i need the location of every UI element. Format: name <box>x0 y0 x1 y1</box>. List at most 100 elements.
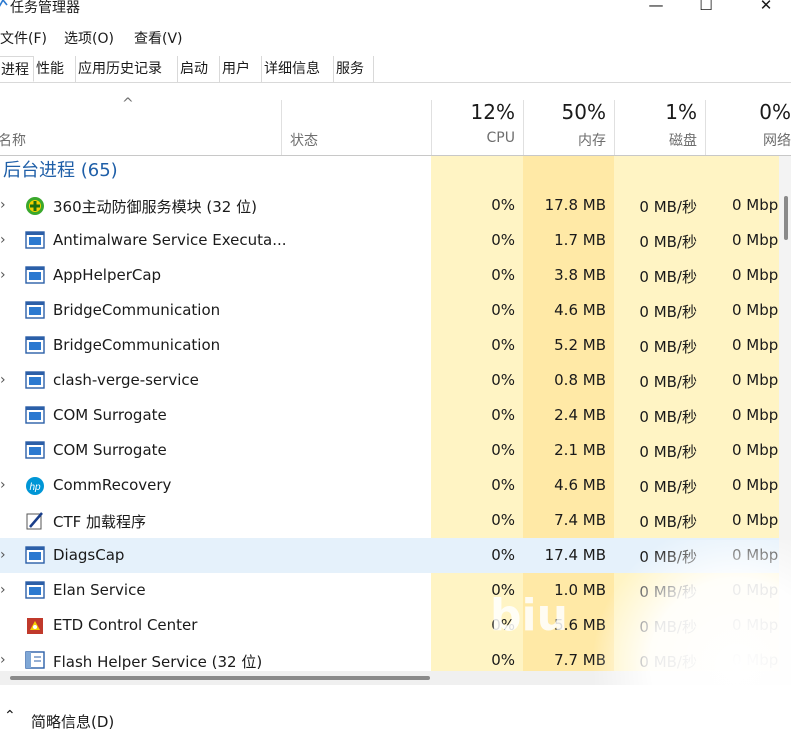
process-row[interactable]: › AppHelperCap 0% 3.8 MB 0 MB/秒 0 Mbps <box>0 258 791 293</box>
column-header: ^ 名称 状态 12% CPU 50% 内存 1% 磁盘 0% 网络 <box>0 96 791 156</box>
menu-file[interactable]: 文件(F) <box>0 28 47 48</box>
process-row[interactable]: BridgeCommunication 0% 5.2 MB 0 MB/秒 0 Mbps <box>0 328 791 363</box>
column-status-header[interactable]: 状态 <box>281 100 431 155</box>
vertical-scroll-thumb[interactable] <box>784 196 788 240</box>
task-manager-icon <box>0 0 8 7</box>
disk-value: 0 MB/秒 <box>639 338 697 356</box>
column-cpu-header[interactable]: 12% CPU <box>431 100 523 155</box>
disk-label: 磁盘 <box>669 133 697 149</box>
process-row[interactable]: › hp CommRecovery 0% 4.6 MB 0 MB/秒 0 Mbps <box>0 468 791 503</box>
title-bar: 任务管理器 — ☐ ✕ <box>0 0 791 16</box>
disk-value: 0 MB/秒 <box>639 198 697 216</box>
disk-value: 0 MB/秒 <box>639 233 697 251</box>
app-window-icon <box>25 406 45 424</box>
chevron-right-icon[interactable]: › <box>0 197 6 213</box>
memory-value: 3.8 MB <box>554 266 606 284</box>
tab-users[interactable]: 用户 <box>220 56 262 82</box>
process-row[interactable]: › Antimalware Service Executa... 0% 1.7 MB 0… <box>0 223 791 258</box>
column-disk-header[interactable]: 1% 磁盘 <box>614 100 705 155</box>
network-value: 0 Mbps <box>732 441 787 459</box>
network-value: 0 Mbps <box>732 371 787 389</box>
column-network-header[interactable]: 0% 网络 <box>705 100 791 155</box>
tab-performance[interactable]: 性能 <box>34 56 76 82</box>
cpu-value: 0% <box>491 546 515 564</box>
column-status: 状态 <box>290 133 318 149</box>
disk-value: 0 MB/秒 <box>639 443 697 461</box>
menu-options[interactable]: 选项(O) <box>64 28 114 48</box>
memory-value: 2.1 MB <box>554 441 606 459</box>
memory-value: 1.7 MB <box>554 231 606 249</box>
tab-details[interactable]: 详细信息 <box>262 56 334 82</box>
disk-percent: 1% <box>665 100 697 124</box>
maximize-button[interactable]: ☐ <box>694 0 718 14</box>
watermark: biu <box>490 590 568 641</box>
process-row[interactable]: › clash-verge-service 0% 0.8 MB 0 MB/秒 0 Mbps <box>0 363 791 398</box>
cpu-value: 0% <box>491 336 515 354</box>
tab-startup[interactable]: 启动 <box>178 56 220 82</box>
process-name: 360主动防御服务模块 (32 位) <box>53 198 257 216</box>
memory-value: 7.4 MB <box>554 511 606 529</box>
hp-icon: hp <box>25 476 45 495</box>
disk-value: 0 MB/秒 <box>639 303 697 321</box>
close-button[interactable]: ✕ <box>754 0 778 14</box>
app-window-icon <box>25 336 45 354</box>
group-title-background: 后台进程 (65) <box>3 160 118 181</box>
minimize-button[interactable]: — <box>644 0 668 14</box>
chevron-right-icon[interactable]: › <box>0 652 6 668</box>
cpu-label: CPU <box>486 130 515 146</box>
process-row[interactable]: CTF 加载程序 0% 7.4 MB 0 MB/秒 0 Mbps <box>0 503 791 538</box>
memory-value: 4.6 MB <box>554 476 606 494</box>
process-row[interactable]: › 360主动防御服务模块 (32 位) 0% 17.8 MB 0 MB/秒 0 Mbps <box>0 188 791 223</box>
tab-services[interactable]: 服务 <box>334 56 374 82</box>
network-value: 0 Mbps <box>732 476 787 494</box>
cpu-value: 0% <box>491 441 515 459</box>
cpu-value: 0% <box>491 301 515 319</box>
tab-bar: 进程 性能 应用历史记录 启动 用户 详细信息 服务 <box>0 56 791 83</box>
process-name: clash-verge-service <box>53 371 199 389</box>
process-name: Elan Service <box>53 581 146 599</box>
column-memory-header[interactable]: 50% 内存 <box>523 100 614 155</box>
memory-label: 内存 <box>578 133 606 149</box>
network-percent: 0% <box>759 100 791 124</box>
process-name: Flash Helper Service (32 位) <box>53 653 263 671</box>
chevron-right-icon[interactable]: › <box>0 582 6 598</box>
process-name: AppHelperCap <box>53 266 162 284</box>
process-name: CTF 加载程序 <box>53 513 147 531</box>
chevron-right-icon[interactable]: › <box>0 232 6 248</box>
process-name: CommRecovery <box>53 476 172 494</box>
app-window-icon <box>25 371 45 389</box>
app-window-icon <box>25 581 45 599</box>
chevron-right-icon[interactable]: › <box>0 267 6 283</box>
chevron-up-icon[interactable]: ⌃ <box>4 708 16 724</box>
cpu-value: 0% <box>491 371 515 389</box>
menu-view[interactable]: 查看(V) <box>134 28 183 48</box>
fewer-details-button[interactable]: 简略信息(D) <box>31 711 114 732</box>
network-label: 网络 <box>763 133 791 149</box>
process-name: ETD Control Center <box>53 616 198 634</box>
memory-value: 17.8 MB <box>544 196 606 214</box>
chevron-right-icon[interactable]: › <box>0 372 6 388</box>
horizontal-scroll-thumb[interactable] <box>10 676 430 680</box>
process-row[interactable]: COM Surrogate 0% 2.4 MB 0 MB/秒 0 Mbps <box>0 398 791 433</box>
chevron-right-icon[interactable]: › <box>0 547 6 563</box>
window-title: 任务管理器 <box>10 0 80 16</box>
tab-app-history[interactable]: 应用历史记录 <box>76 56 178 82</box>
process-name: BridgeCommunication <box>53 301 221 319</box>
column-name[interactable]: 名称 <box>0 130 26 150</box>
disk-value: 0 MB/秒 <box>639 373 697 391</box>
chevron-right-icon[interactable]: › <box>0 477 6 493</box>
cpu-value: 0% <box>491 511 515 529</box>
process-name: COM Surrogate <box>53 406 167 424</box>
tab-processes[interactable]: 进程 <box>0 56 34 82</box>
network-value: 0 Mbps <box>732 266 787 284</box>
ctf-pen-icon <box>25 511 45 530</box>
memory-value: 0.8 MB <box>554 371 606 389</box>
network-value: 0 Mbps <box>732 231 787 249</box>
app-window-icon <box>25 266 45 284</box>
process-row[interactable]: COM Surrogate 0% 2.1 MB 0 MB/秒 0 Mbps <box>0 433 791 468</box>
process-row[interactable]: BridgeCommunication 0% 4.6 MB 0 MB/秒 0 Mbps <box>0 293 791 328</box>
process-name: COM Surrogate <box>53 441 167 459</box>
process-name: DiagsCap <box>53 546 125 564</box>
cpu-value: 0% <box>491 231 515 249</box>
network-value: 0 Mbps <box>732 196 787 214</box>
